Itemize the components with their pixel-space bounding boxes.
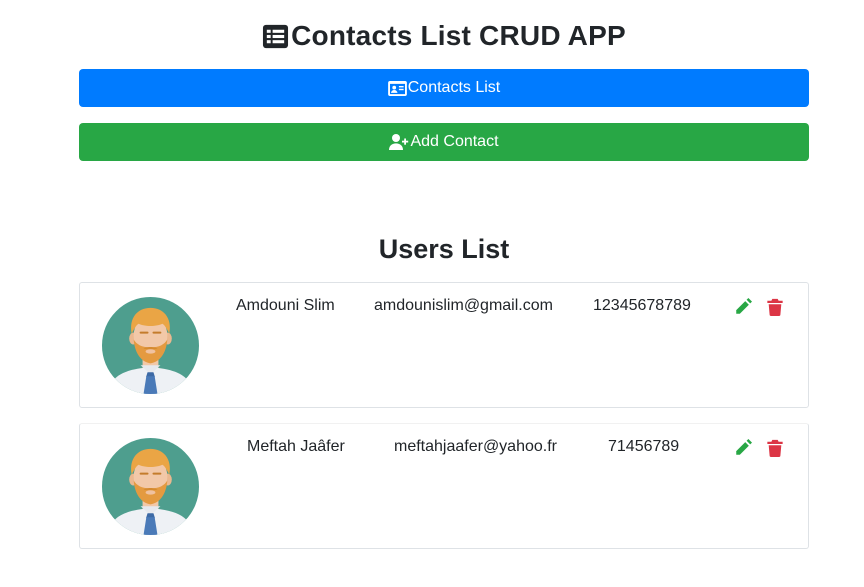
pencil-icon[interactable] <box>734 298 752 316</box>
avatar <box>101 437 200 536</box>
contact-phone: 71456789 <box>608 438 680 455</box>
user-plus-icon <box>389 134 409 150</box>
trash-icon[interactable] <box>766 439 784 457</box>
contact-name: Meftah Jaâfer <box>247 438 345 455</box>
contact-card: Amdouni Slim amdounislim@gmail.com 12345… <box>79 282 809 408</box>
add-contact-label: Add Contact <box>410 133 499 150</box>
list-alt-icon <box>263 24 289 48</box>
address-card-icon <box>387 80 407 96</box>
users-list-title: Users List <box>378 234 510 264</box>
contact-phone: 12345678789 <box>593 297 691 314</box>
app-title: Contacts List CRUD APP <box>0 20 864 52</box>
contact-card: Meftah Jaâfer meftahjaafer@yahoo.fr 7145… <box>79 423 809 549</box>
app-title-text: Contacts List CRUD APP <box>291 20 626 51</box>
avatar <box>101 296 200 395</box>
contacts-list-button[interactable]: Contacts List <box>79 69 809 107</box>
contact-email: amdounislim@gmail.com <box>374 297 553 314</box>
add-contact-button[interactable]: Add Contact <box>79 123 809 161</box>
contact-name: Amdouni Slim <box>236 297 335 314</box>
pencil-icon[interactable] <box>734 439 752 457</box>
contact-email: meftahjaafer@yahoo.fr <box>394 438 557 455</box>
trash-icon[interactable] <box>766 298 784 316</box>
contacts-list-label: Contacts List <box>407 79 501 96</box>
